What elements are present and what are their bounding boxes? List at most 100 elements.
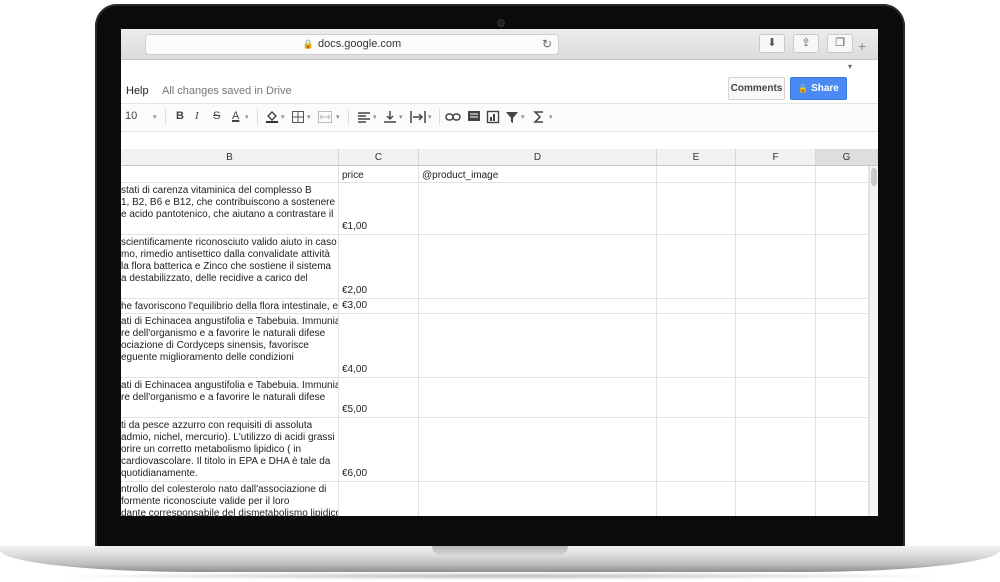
insert-chart-icon[interactable] (486, 110, 500, 124)
filter-icon[interactable] (505, 110, 519, 124)
cell-f[interactable] (736, 482, 816, 516)
cell-f[interactable] (736, 314, 816, 378)
column-header-c[interactable]: C (339, 149, 419, 166)
description-line: stati di carenza vitaminica del compless… (121, 185, 312, 196)
vertical-align-icon[interactable] (383, 110, 397, 124)
cell-e[interactable] (657, 235, 736, 299)
cell-f[interactable] (736, 378, 816, 418)
cell-b-description[interactable]: ati di Echinacea angustifolia e Tabebuia… (121, 314, 339, 378)
collapse-chevron-icon[interactable]: ▾ (848, 62, 852, 71)
cell-d[interactable] (419, 235, 657, 299)
text-color-button[interactable]: A (232, 110, 239, 122)
comments-button[interactable]: Comments (728, 77, 785, 100)
cell-d[interactable] (419, 378, 657, 418)
cell-price[interactable] (339, 482, 419, 516)
cell-g[interactable] (816, 378, 869, 418)
description-line: 1, B2, B6 e B12, che contribuiscono a so… (121, 197, 339, 208)
filter-caret-icon[interactable]: ▾ (521, 113, 525, 121)
new-tab-icon[interactable]: + (858, 38, 866, 54)
cell-d[interactable] (419, 299, 657, 314)
cell-b-description[interactable]: ati di Echinacea angustifolia e Tabebuia… (121, 378, 339, 418)
cell-price[interactable]: €5,00 (339, 378, 419, 418)
cell-g[interactable] (816, 183, 869, 235)
tabs-icon[interactable]: ❐ (827, 34, 853, 53)
cell-d[interactable] (419, 183, 657, 235)
cell-d[interactable] (419, 314, 657, 378)
font-size-select[interactable]: 10 (125, 110, 137, 122)
vertical-scrollbar[interactable] (869, 166, 878, 516)
bold-button[interactable]: B (176, 110, 184, 122)
cell-g1[interactable] (816, 166, 869, 183)
cell-f[interactable] (736, 299, 816, 314)
cell-d1[interactable]: @product_image (419, 166, 657, 183)
cell-price[interactable]: €4,00 (339, 314, 419, 378)
reload-icon[interactable]: ↻ (542, 35, 552, 54)
cell-g[interactable] (816, 299, 869, 314)
merge-caret-icon[interactable]: ▾ (336, 113, 340, 121)
text-color-caret-icon[interactable]: ▾ (245, 113, 249, 121)
share-sheet-icon[interactable]: ⇪ (793, 34, 819, 53)
column-header-f[interactable]: F (736, 149, 816, 166)
fill-color-icon[interactable] (265, 110, 279, 124)
address-bar[interactable]: 🔒 docs.google.com ↻ (145, 34, 559, 55)
wrap-caret-icon[interactable]: ▾ (428, 113, 432, 121)
strikethrough-button[interactable]: S (213, 110, 220, 122)
cell-b-description[interactable]: scientificamente riconosciuto valido aiu… (121, 235, 339, 299)
font-size-caret-icon[interactable]: ▾ (153, 113, 157, 121)
cell-price[interactable]: €3,00 (339, 299, 419, 314)
cell-b-description[interactable]: he favoriscono l'equilibrio della flora … (121, 299, 339, 314)
cell-g[interactable] (816, 235, 869, 299)
cell-price[interactable]: €1,00 (339, 183, 419, 235)
cell-e[interactable] (657, 314, 736, 378)
functions-caret-icon[interactable]: ▾ (549, 113, 553, 121)
text-wrap-icon[interactable] (410, 110, 426, 124)
description-line: cardiovascolare. Il titolo in EPA e DHA … (121, 456, 331, 467)
horizontal-align-icon[interactable] (357, 110, 371, 124)
cell-f[interactable] (736, 418, 816, 482)
cell-price[interactable]: €2,00 (339, 235, 419, 299)
column-header-d[interactable]: D (419, 149, 657, 166)
cell-f[interactable] (736, 183, 816, 235)
cell-g[interactable] (816, 314, 869, 378)
align-caret-icon[interactable]: ▾ (373, 113, 377, 121)
cell-e[interactable] (657, 418, 736, 482)
borders-caret-icon[interactable]: ▾ (307, 113, 311, 121)
cell-f[interactable] (736, 235, 816, 299)
cell-b-description[interactable]: stati di carenza vitaminica del compless… (121, 183, 339, 235)
cell-d[interactable] (419, 418, 657, 482)
download-icon[interactable]: ⬇ (759, 34, 785, 53)
cell-e1[interactable] (657, 166, 736, 183)
description-line: formente riconosciute valide per il loro (121, 496, 290, 507)
cell-g[interactable] (816, 418, 869, 482)
cell-e[interactable] (657, 482, 736, 516)
cell-e[interactable] (657, 378, 736, 418)
description-line: la flora batterica e Zinco che sostiene … (121, 261, 332, 272)
column-header-b[interactable]: B (121, 149, 339, 166)
scrollbar-thumb[interactable] (871, 168, 877, 186)
insert-comment-icon[interactable] (467, 110, 481, 124)
fill-color-caret-icon[interactable]: ▾ (281, 113, 285, 121)
menu-help[interactable]: Help (126, 85, 149, 97)
cell-g[interactable] (816, 482, 869, 516)
merge-cells-icon[interactable] (317, 110, 333, 124)
column-header-g[interactable]: G (816, 149, 878, 166)
cell-e[interactable] (657, 299, 736, 314)
functions-icon[interactable] (533, 110, 545, 124)
cell-d[interactable] (419, 482, 657, 516)
description-line: admio, nichel, mercurio). L'utilizzo di … (121, 432, 335, 443)
column-header-e[interactable]: E (657, 149, 736, 166)
cell-f1[interactable] (736, 166, 816, 183)
cell-price[interactable]: €6,00 (339, 418, 419, 482)
valign-caret-icon[interactable]: ▾ (399, 113, 403, 121)
cell-b-description[interactable]: ntrollo del colesterolo nato dall'associ… (121, 482, 339, 516)
cell-c1[interactable]: price (339, 166, 419, 183)
cell-b1[interactable] (121, 166, 339, 183)
cell-b-description[interactable]: ti da pesce azzurro con requisiti di ass… (121, 418, 339, 482)
cell-e[interactable] (657, 183, 736, 235)
share-button[interactable]: 🔒 Share (790, 77, 847, 100)
italic-button[interactable]: I (195, 110, 199, 122)
insert-link-icon[interactable] (445, 111, 461, 123)
camera-icon (497, 19, 505, 27)
borders-icon[interactable] (291, 110, 305, 124)
share-lock-icon: 🔒 (798, 84, 809, 93)
